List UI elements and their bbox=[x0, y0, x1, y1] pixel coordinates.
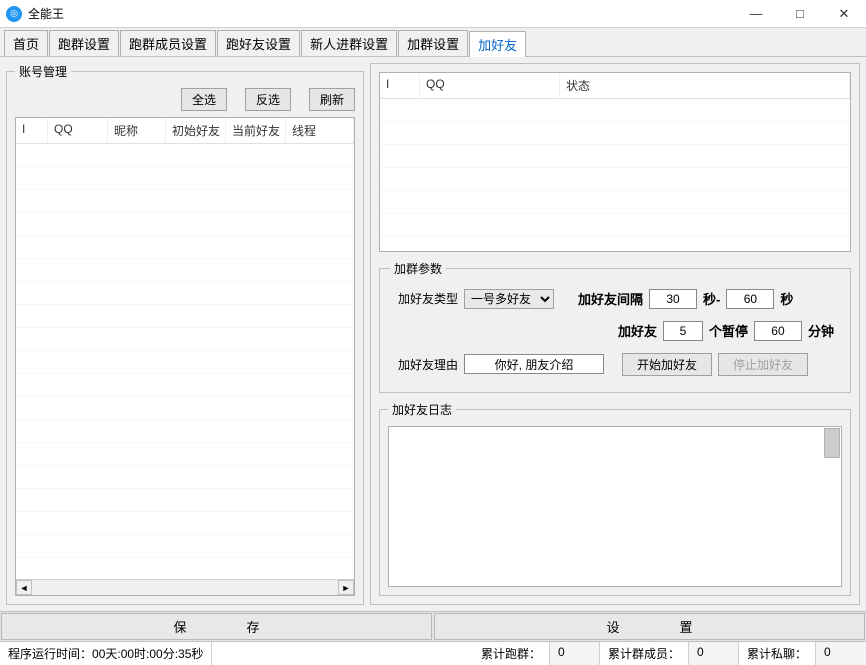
add-count-input[interactable] bbox=[663, 321, 703, 341]
log-legend: 加好友日志 bbox=[388, 401, 456, 418]
minutes-label: 分钟 bbox=[808, 321, 834, 340]
col-r-index[interactable]: I bbox=[380, 73, 420, 98]
tab-run-group-member-settings[interactable]: 跑群成员设置 bbox=[120, 30, 216, 56]
private-value: 0 bbox=[816, 642, 866, 665]
close-button[interactable]: ✕ bbox=[822, 0, 866, 28]
status-grid-body bbox=[380, 99, 850, 251]
start-button[interactable]: 开始加好友 bbox=[622, 353, 712, 376]
col-r-status[interactable]: 状态 bbox=[560, 73, 850, 98]
account-grid-body bbox=[16, 144, 354, 579]
status-grid[interactable]: I QQ 状态 bbox=[379, 72, 851, 252]
right-panel: I QQ 状态 加群参数 加好友类型 一号多好友 加好友间隔 秒- 秒 加好友 bbox=[370, 63, 860, 605]
stop-button[interactable]: 停止加好友 bbox=[718, 353, 808, 376]
footer-buttons: 保存 设置 bbox=[0, 611, 866, 641]
params-legend: 加群参数 bbox=[390, 260, 446, 277]
group-member-label: 累计群成员： bbox=[600, 642, 689, 665]
runtime-label: 程序运行时间： bbox=[8, 647, 92, 661]
col-r-qq[interactable]: QQ bbox=[420, 73, 560, 98]
private-label: 累计私聊： bbox=[739, 642, 816, 665]
runtime-cell: 程序运行时间：00天:00时:00分:35秒 bbox=[0, 642, 212, 665]
run-group-value: 0 bbox=[550, 642, 600, 665]
group-member-value: 0 bbox=[689, 642, 739, 665]
maximize-button[interactable]: □ bbox=[778, 0, 822, 28]
type-select[interactable]: 一号多好友 bbox=[464, 289, 554, 309]
scroll-right-icon[interactable]: ► bbox=[338, 580, 354, 595]
save-button[interactable]: 保存 bbox=[1, 613, 432, 640]
log-panel: 加好友日志 bbox=[379, 401, 851, 597]
settings-button[interactable]: 设置 bbox=[434, 613, 865, 640]
window-title: 全能王 bbox=[28, 5, 734, 22]
pause-label: 个暂停 bbox=[709, 321, 748, 340]
run-group-label: 累计跑群： bbox=[473, 642, 550, 665]
tab-run-friend-settings[interactable]: 跑好友设置 bbox=[217, 30, 300, 56]
log-textarea[interactable] bbox=[388, 426, 842, 588]
pause-minutes-input[interactable] bbox=[754, 321, 802, 341]
status-grid-header: I QQ 状态 bbox=[380, 73, 850, 99]
interval-from-input[interactable] bbox=[649, 289, 697, 309]
refresh-button[interactable]: 刷新 bbox=[309, 88, 355, 111]
add-label: 加好友 bbox=[618, 321, 657, 340]
tab-bar: 首页 跑群设置 跑群成员设置 跑好友设置 新人进群设置 加群设置 加好友 bbox=[0, 28, 866, 57]
tab-add-group-settings[interactable]: 加群设置 bbox=[398, 30, 468, 56]
reason-label: 加好友理由 bbox=[398, 356, 458, 373]
col-thread[interactable]: 线程 bbox=[286, 118, 354, 143]
app-icon: ◎ bbox=[6, 6, 22, 22]
tab-newcomer-settings[interactable]: 新人进群设置 bbox=[301, 30, 397, 56]
scroll-track[interactable] bbox=[32, 580, 338, 595]
runtime-value: 00天:00时:00分:35秒 bbox=[92, 647, 203, 661]
col-qq[interactable]: QQ bbox=[48, 118, 108, 143]
params-panel: 加群参数 加好友类型 一号多好友 加好友间隔 秒- 秒 加好友 个暂停 分钟 bbox=[379, 260, 851, 393]
tab-home[interactable]: 首页 bbox=[4, 30, 48, 56]
interval-label: 加好友间隔 bbox=[578, 289, 643, 308]
col-initial-friends[interactable]: 初始好友 bbox=[166, 118, 226, 143]
invert-select-button[interactable]: 反选 bbox=[245, 88, 291, 111]
select-all-button[interactable]: 全选 bbox=[181, 88, 227, 111]
content-area: 账号管理 全选 反选 刷新 I QQ 昵称 初始好友 当前好友 线程 ◄ ► bbox=[0, 57, 866, 611]
log-scrollbar-thumb[interactable] bbox=[824, 428, 840, 458]
tab-add-friend[interactable]: 加好友 bbox=[469, 31, 526, 57]
account-panel: 账号管理 全选 反选 刷新 I QQ 昵称 初始好友 当前好友 线程 ◄ ► bbox=[6, 63, 364, 605]
account-grid-header: I QQ 昵称 初始好友 当前好友 线程 bbox=[16, 118, 354, 144]
status-bar: 程序运行时间：00天:00时:00分:35秒 累计跑群： 0 累计群成员： 0 … bbox=[0, 641, 866, 665]
col-index[interactable]: I bbox=[16, 118, 48, 143]
minimize-button[interactable]: — bbox=[734, 0, 778, 28]
title-bar: ◎ 全能王 — □ ✕ bbox=[0, 0, 866, 28]
type-label: 加好友类型 bbox=[398, 290, 458, 307]
col-current-friends[interactable]: 当前好友 bbox=[226, 118, 286, 143]
col-nick[interactable]: 昵称 bbox=[108, 118, 166, 143]
account-panel-legend: 账号管理 bbox=[15, 63, 71, 80]
reason-input[interactable] bbox=[464, 354, 604, 374]
sec-label: 秒 bbox=[780, 289, 793, 308]
sec-dash-label: 秒- bbox=[703, 289, 720, 308]
account-grid-scrollbar[interactable]: ◄ ► bbox=[16, 579, 354, 595]
scroll-left-icon[interactable]: ◄ bbox=[16, 580, 32, 595]
interval-to-input[interactable] bbox=[726, 289, 774, 309]
account-grid[interactable]: I QQ 昵称 初始好友 当前好友 线程 ◄ ► bbox=[15, 117, 355, 596]
tab-run-group-settings[interactable]: 跑群设置 bbox=[49, 30, 119, 56]
